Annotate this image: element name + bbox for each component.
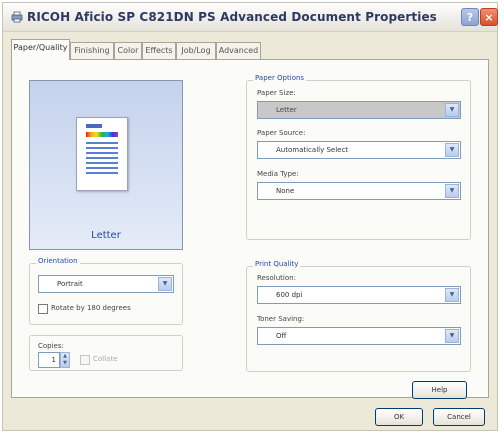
print-quality-group: Print Quality Resolution: 600 dpi ▼ Tone…: [246, 260, 471, 372]
properties-dialog: RICOH Aficio SP C821DN PS Advanced Docum…: [2, 2, 498, 431]
orientation-value: Portrait: [57, 280, 83, 288]
media-type-label: Media Type:: [257, 170, 299, 178]
collate-label: Collate: [93, 355, 118, 363]
copies-value: 1: [51, 356, 56, 364]
chevron-down-icon[interactable]: ▼: [445, 288, 459, 302]
media-type-value: None: [276, 187, 295, 195]
toner-saving-label: Toner Saving:: [257, 315, 305, 323]
tab-paper-quality[interactable]: Paper/Quality: [11, 39, 70, 60]
paper-size-value: Letter: [276, 106, 297, 114]
paper-options-label: Paper Options: [253, 74, 307, 82]
resolution-value: 600 dpi: [276, 291, 303, 299]
printer-app-icon: [11, 11, 23, 23]
chevron-down-icon[interactable]: ▼: [445, 184, 459, 198]
preview-text-line: [86, 142, 118, 144]
preview-text-line: [86, 152, 118, 154]
orientation-select[interactable]: Portrait ▼: [38, 275, 174, 293]
print-quality-label: Print Quality: [253, 260, 301, 268]
rotate-180-checkbox[interactable]: [38, 304, 48, 314]
copies-spinner[interactable]: ▲ ▼: [60, 352, 70, 368]
cancel-button[interactable]: Cancel: [433, 408, 485, 426]
preview-caption: Letter: [91, 230, 121, 241]
resolution-select[interactable]: 600 dpi ▼: [257, 286, 461, 304]
preview-text-line: [86, 167, 118, 169]
preview-text-line: [86, 162, 118, 164]
orientation-label: Orientation: [36, 257, 80, 265]
chevron-down-icon[interactable]: ▼: [158, 277, 172, 291]
tab-advanced[interactable]: Advanced: [216, 42, 261, 59]
chevron-down-icon[interactable]: ▼: [445, 103, 459, 117]
ok-button[interactable]: OK: [375, 408, 423, 426]
toner-saving-select[interactable]: Off ▼: [257, 327, 461, 345]
rotate-180-label[interactable]: Rotate by 180 degrees: [51, 304, 131, 312]
toner-saving-value: Off: [276, 332, 287, 340]
copies-input[interactable]: 1: [38, 352, 60, 368]
title-close-button[interactable]: ×: [480, 8, 498, 26]
title-help-button[interactable]: ?: [461, 8, 479, 26]
preview-page-logo: [86, 124, 102, 128]
copies-group: Copies: 1 ▲ ▼ Collate: [29, 335, 183, 371]
paper-size-label: Paper Size:: [257, 89, 296, 97]
chevron-down-icon[interactable]: ▼: [445, 329, 459, 343]
preview-text-line: [86, 172, 118, 174]
chevron-down-icon[interactable]: ▼: [445, 143, 459, 157]
page-preview: Letter: [29, 80, 183, 250]
paper-source-label: Paper Source:: [257, 129, 306, 137]
preview-text-line: [86, 147, 118, 149]
orientation-group: Orientation Portrait ▼ Rotate by 180 deg…: [29, 257, 183, 325]
tab-finishing[interactable]: Finishing: [70, 42, 114, 59]
copies-label: Copies:: [38, 342, 64, 350]
help-button[interactable]: Help: [412, 381, 467, 399]
media-type-select[interactable]: None ▼: [257, 182, 461, 200]
preview-text-line: [86, 157, 118, 159]
preview-color-bar: [86, 132, 118, 137]
tab-effects[interactable]: Effects: [142, 42, 176, 59]
collate-checkbox[interactable]: [80, 355, 90, 365]
tab-color[interactable]: Color: [114, 42, 142, 59]
resolution-label: Resolution:: [257, 274, 296, 282]
preview-page-image: [76, 117, 128, 191]
paper-source-select[interactable]: Automatically Select ▼: [257, 141, 461, 159]
title-bar[interactable]: RICOH Aficio SP C821DN PS Advanced Docum…: [3, 3, 498, 32]
paper-quality-panel: Letter Orientation Portrait ▼ Rotate by …: [11, 59, 489, 399]
paper-source-value: Automatically Select: [276, 146, 349, 154]
paper-options-group: Paper Options Paper Size: Letter ▼ Paper…: [246, 74, 471, 240]
paper-size-select[interactable]: Letter ▼: [257, 101, 461, 119]
window-title: RICOH Aficio SP C821DN PS Advanced Docum…: [27, 10, 437, 24]
tab-job-log[interactable]: Job/Log: [176, 42, 216, 59]
